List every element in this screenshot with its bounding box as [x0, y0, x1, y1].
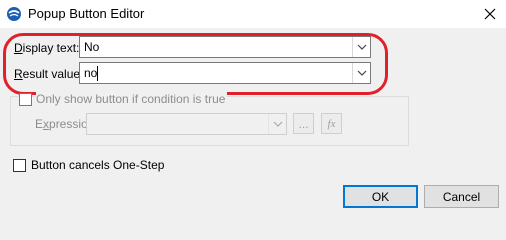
ok-button[interactable]: OK [343, 185, 418, 208]
condition-checkbox-label: Only show button if condition is true [36, 92, 228, 106]
expression-combobox[interactable] [86, 113, 287, 135]
fx-icon: fx [327, 117, 336, 130]
close-icon[interactable] [480, 4, 500, 24]
app-globe-icon [7, 7, 21, 21]
function-builder-button[interactable]: fx [321, 113, 342, 134]
button-cancels-one-step-label: Button cancels One-Step [31, 158, 165, 172]
expression-browse-button[interactable]: ... [293, 113, 314, 134]
condition-checkbox[interactable] [19, 93, 32, 106]
expression-dropdown-button[interactable] [268, 114, 286, 134]
button-cancels-one-step-checkbox[interactable] [13, 159, 26, 172]
ellipsis-label: ... [298, 116, 309, 131]
window-title: Popup Button Editor [28, 6, 145, 21]
chevron-down-icon [273, 121, 282, 127]
cancel-button[interactable]: Cancel [424, 185, 499, 208]
highlight-annotation [3, 33, 388, 95]
